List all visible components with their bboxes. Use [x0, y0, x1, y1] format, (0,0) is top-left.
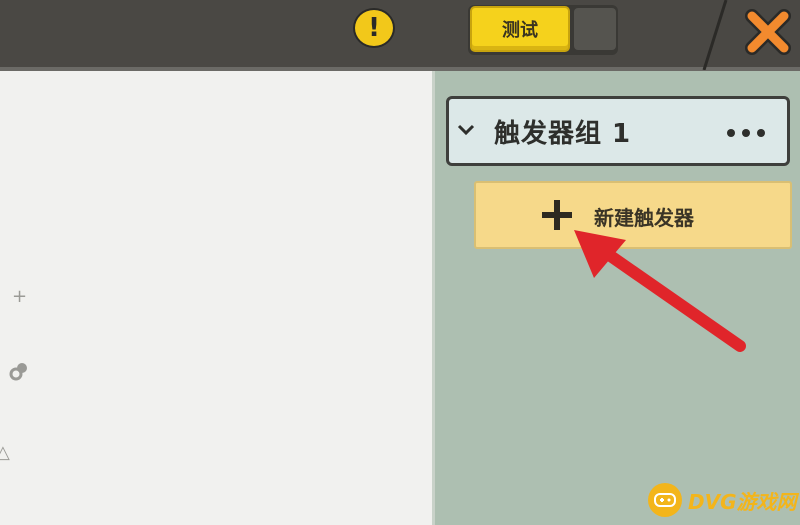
warning-glyph: ! — [368, 13, 380, 43]
watermark-text: DVG游戏网 — [688, 489, 797, 514]
trigger-group-title: 触发器组 1 — [494, 119, 632, 149]
watermark: DVG游戏网 — [648, 480, 798, 520]
test-button[interactable]: 测试 — [470, 6, 570, 52]
annotation-arrow — [574, 230, 746, 352]
chevron-down-icon[interactable] — [456, 120, 476, 140]
toolbar-slash-divider — [702, 0, 728, 70]
toggle-knob[interactable] — [574, 8, 616, 50]
add-icon[interactable]: + — [12, 286, 27, 307]
more-icon[interactable] — [726, 128, 766, 138]
test-button-label: 测试 — [502, 20, 538, 41]
shape-icon[interactable]: △ — [0, 442, 10, 463]
editor-canvas[interactable] — [0, 71, 432, 525]
gamepad-icon — [648, 483, 682, 517]
warning-icon[interactable]: ! — [353, 8, 395, 48]
link-icon[interactable] — [8, 360, 30, 382]
close-icon[interactable] — [742, 6, 794, 58]
top-toolbar — [0, 0, 800, 70]
